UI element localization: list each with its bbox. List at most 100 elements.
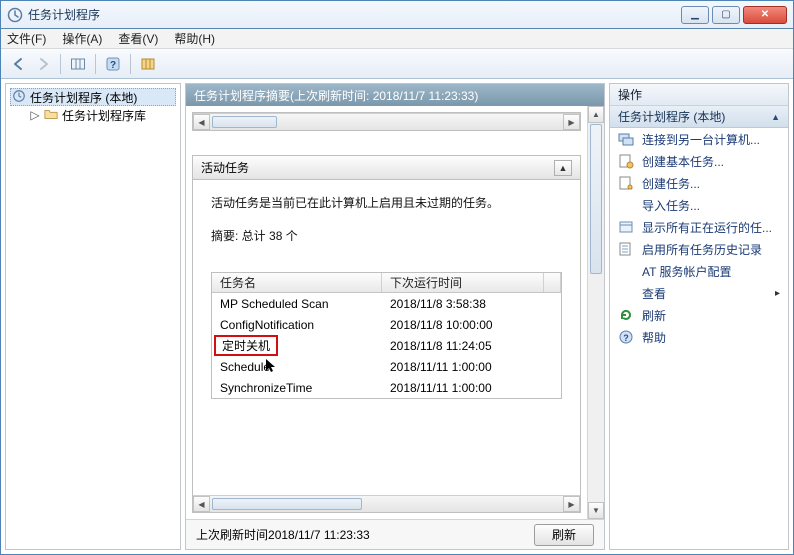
task-row[interactable]: 定时关机2018/11/8 11:24:05 [212,335,561,356]
collapse-icon[interactable]: ▲ [554,160,572,176]
help-button[interactable]: ? [101,53,125,75]
action-item[interactable]: 创建任务... [610,172,788,194]
menu-view[interactable]: 查看(V) [118,30,158,47]
blank-icon [618,285,634,301]
action-label: 刷新 [642,307,780,324]
task-name: ConfigNotification [212,316,382,334]
toolbar: ? [1,49,793,79]
top-group-hscroll[interactable]: ◀ ▶ [193,113,580,130]
folder-icon [44,107,58,124]
refresh-button[interactable]: 刷新 [534,524,594,546]
import-task-icon [618,197,634,213]
action-label: 启用所有任务历史记录 [642,241,780,258]
scroll-right-icon[interactable]: ▶ [563,496,580,512]
task-next-run: 2018/11/8 11:24:05 [382,337,561,355]
tree-library[interactable]: ▷ 任务计划程序库 [10,106,176,124]
maximize-button[interactable]: ▢ [712,6,740,24]
close-button[interactable]: ✕ [743,6,787,24]
window-title: 任务计划程序 [28,6,681,23]
content-footer: 上次刷新时间2018/11/7 11:23:33 刷新 [186,519,604,549]
task-row[interactable]: MP Scheduled Scan2018/11/8 3:58:38 [212,293,561,314]
minimize-button[interactable]: ▁ [681,6,709,24]
task-name: MP Scheduled Scan [212,295,382,313]
task-next-run: 2018/11/8 3:58:38 [382,295,561,313]
actions-subhead: 任务计划程序 (本地) ▲ [610,106,788,128]
tree-root[interactable]: 任务计划程序 (本地) [10,88,176,106]
menu-file[interactable]: 文件(F) [7,30,46,47]
tree-library-label: 任务计划程序库 [62,107,146,124]
task-next-run: 2018/11/11 1:00:00 [382,358,561,376]
toolbar-sep [130,54,131,74]
columns-button[interactable] [136,53,160,75]
actions-pane: 操作 任务计划程序 (本地) ▲ 连接到另一台计算机... 创建基本任务... 创建… [609,83,789,550]
task-row[interactable]: Schedule2018/11/11 1:00:00 [212,356,561,377]
action-label: 创建基本任务... [642,153,780,170]
action-item[interactable]: 刷新 [610,304,788,326]
action-item[interactable]: AT 服务帐户配置 [610,260,788,282]
scroll-thumb[interactable] [212,498,362,510]
chevron-up-icon[interactable]: ▲ [771,112,780,122]
submenu-icon: ▸ [775,288,780,299]
blank-icon [618,263,634,279]
action-item[interactable]: 查看 ▸ [610,282,788,304]
scroll-right-icon[interactable]: ▶ [563,114,580,130]
task-name: Schedule [212,357,382,376]
enable-history-icon [618,241,634,257]
menu-action[interactable]: 操作(A) [62,30,102,47]
scroll-left-icon[interactable]: ◀ [193,496,210,512]
action-item[interactable]: 启用所有任务历史记录 [610,238,788,260]
action-label: 帮助 [642,329,780,346]
menubar: 文件(F) 操作(A) 查看(V) 帮助(H) [1,29,793,49]
menu-help[interactable]: 帮助(H) [174,30,215,47]
task-next-run: 2018/11/8 10:00:00 [382,316,561,334]
active-tasks-count: 摘要: 总计 38 个 [211,227,562,244]
active-tasks-group: 活动任务 ▲ 活动任务是当前已在此计算机上启用且未过期的任务。 摘要: 总计 3… [192,155,581,513]
app-window: 任务计划程序 ▁ ▢ ✕ 文件(F) 操作(A) 查看(V) 帮助(H) ? [0,0,794,555]
action-item[interactable]: 显示所有正在运行的任... [610,216,788,238]
top-group-cut: ◀ ▶ [192,112,581,131]
tree-pane[interactable]: 任务计划程序 (本地) ▷ 任务计划程序库 [5,83,181,550]
action-label: 查看 [642,285,767,302]
create-task-icon [618,175,634,191]
action-label: AT 服务帐户配置 [642,263,780,280]
running-tasks-icon [618,219,634,235]
cursor-icon [270,360,278,374]
computer-link-icon [618,131,634,147]
action-item[interactable]: 导入任务... [610,194,788,216]
task-table: 任务名 下次运行时间 MP Scheduled Scan2018/11/8 3:… [211,272,562,399]
content-pane: 任务计划程序摘要(上次刷新时间: 2018/11/7 11:23:33) ◀ ▶ [185,83,605,550]
task-row[interactable]: SynchronizeTime2018/11/11 1:00:00 [212,377,561,398]
task-row[interactable]: ConfigNotification2018/11/8 10:00:00 [212,314,561,335]
action-item[interactable]: ?帮助 [610,326,788,348]
task-name: SynchronizeTime [212,379,382,397]
scroll-up-icon[interactable]: ▲ [588,106,604,123]
active-tasks-header: 活动任务 ▲ [193,156,580,180]
content-header: 任务计划程序摘要(上次刷新时间: 2018/11/7 11:23:33) [186,84,604,106]
scroll-thumb[interactable] [212,116,277,128]
task-name: 定时关机 [212,333,382,358]
active-group-hscroll[interactable]: ◀ ▶ [193,495,580,512]
scroll-left-icon[interactable]: ◀ [193,114,210,130]
scroll-down-icon[interactable]: ▼ [588,502,604,519]
actions-title: 操作 [610,84,788,106]
th-next-run[interactable]: 下次运行时间 [382,273,544,292]
content-header-text: 任务计划程序摘要(上次刷新时间: 2018/11/7 11:23:33) [194,87,478,104]
forward-button[interactable] [31,53,55,75]
tree-root-label: 任务计划程序 (本地) [30,89,137,106]
app-icon [7,7,23,23]
action-item[interactable]: 连接到另一台计算机... [610,128,788,150]
action-label: 导入任务... [642,197,780,214]
active-tasks-title: 活动任务 [201,159,249,176]
toggle-panes-button[interactable] [66,53,90,75]
action-label: 连接到另一台计算机... [642,131,780,148]
titlebar: 任务计划程序 ▁ ▢ ✕ [1,1,793,29]
action-label: 创建任务... [642,175,780,192]
th-task-name[interactable]: 任务名 [212,273,382,292]
action-item[interactable]: 创建基本任务... [610,150,788,172]
actions-subhead-label: 任务计划程序 (本地) [618,108,725,125]
scroll-thumb[interactable] [590,124,602,274]
expander-icon[interactable]: ▷ [30,110,40,120]
svg-text:?: ? [110,60,116,71]
back-button[interactable] [7,53,31,75]
content-vscroll[interactable]: ▲ ▼ [587,106,604,519]
